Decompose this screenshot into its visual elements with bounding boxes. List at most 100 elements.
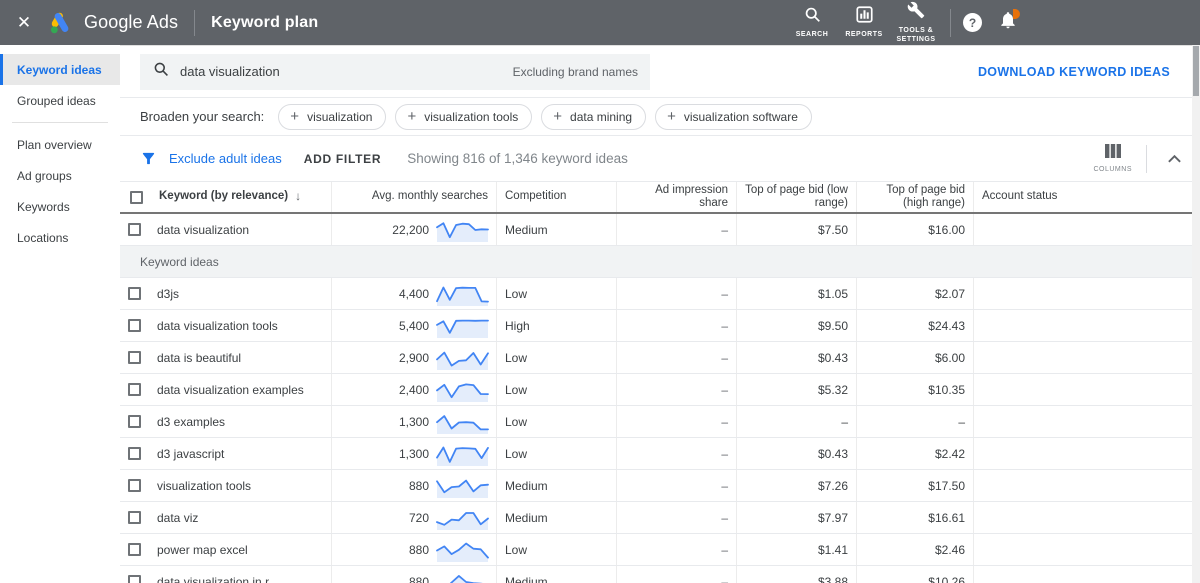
sort-descending-icon: ↓: [295, 190, 301, 204]
row-checkbox[interactable]: [128, 319, 141, 332]
brand-filter-note: Excluding brand names: [513, 65, 638, 79]
ad-impression-cell: –: [617, 502, 737, 533]
trend-sparkline: [436, 505, 489, 531]
searches-cell: 4,400: [332, 278, 497, 309]
keyword-cell-label: data visualization tools: [157, 319, 278, 333]
row-checkbox[interactable]: [128, 415, 141, 428]
showing-count-text: Showing 816 of 1,346 keyword ideas: [407, 151, 628, 166]
keyword-cell: data visualization in r: [120, 566, 332, 583]
table-row: power map excel 880 Low – $1.41 $2.46: [120, 534, 1200, 566]
search-icon: [153, 61, 169, 82]
select-all-checkbox[interactable]: [130, 191, 143, 204]
header-bid-high[interactable]: Top of page bid (high range): [857, 182, 974, 212]
sidebar-item-plan-overview[interactable]: Plan overview: [0, 129, 120, 160]
sidebar-item-ad-groups[interactable]: Ad groups: [0, 160, 120, 191]
bid-low-value: $0.43: [818, 351, 848, 365]
trend-sparkline: [436, 569, 489, 583]
bid-high-value: –: [958, 415, 965, 429]
ad-impression-cell: –: [617, 374, 737, 405]
row-checkbox[interactable]: [128, 543, 141, 556]
bid-low-cell: $7.26: [737, 470, 857, 501]
sidebar-item-keywords[interactable]: Keywords: [0, 191, 120, 222]
reports-nav-button[interactable]: REPORTS: [839, 6, 889, 40]
keyword-cell: visualization tools: [120, 470, 332, 501]
keyword-search-input[interactable]: data visualization Excluding brand names: [140, 54, 650, 90]
bid-low-cell: $9.50: [737, 310, 857, 341]
ad-impression-value: –: [721, 511, 728, 525]
table-row: visualization tools 880 Medium – $7.26 $…: [120, 470, 1200, 502]
row-checkbox[interactable]: [128, 223, 141, 236]
scrollbar-thumb[interactable]: [1193, 46, 1199, 96]
add-filter-button[interactable]: ADD FILTER: [304, 152, 381, 166]
google-ads-logo-icon[interactable]: [48, 10, 75, 35]
help-icon[interactable]: ?: [963, 13, 982, 32]
bid-high-value: $16.00: [928, 223, 965, 237]
chip-visualization-software[interactable]: + visualization software: [655, 104, 812, 130]
row-checkbox[interactable]: [128, 511, 141, 524]
keyword-cell-label: data visualization in r: [157, 575, 269, 583]
sidebar-item-locations[interactable]: Locations: [0, 222, 120, 253]
bid-low-cell: $7.97: [737, 502, 857, 533]
row-checkbox[interactable]: [128, 575, 141, 583]
table-row: data visualization 22,200 Medium – $7.50…: [120, 214, 1200, 246]
trend-sparkline: [436, 537, 489, 563]
keyword-cell: d3 examples: [120, 406, 332, 437]
competition-cell: Low: [497, 534, 617, 565]
searches-cell: 1,300: [332, 438, 497, 469]
chip-data-mining[interactable]: + data mining: [541, 104, 646, 130]
row-checkbox[interactable]: [128, 447, 141, 460]
chip-visualization-tools[interactable]: + visualization tools: [395, 104, 532, 130]
bid-low-cell: $1.05: [737, 278, 857, 309]
sidebar-item-grouped-ideas[interactable]: Grouped ideas: [0, 85, 120, 116]
plus-icon: +: [553, 109, 562, 124]
collapse-panel-button[interactable]: [1163, 150, 1186, 168]
account-status-cell: [974, 534, 1200, 565]
searches-cell: 880: [332, 534, 497, 565]
topbar-actions: SEARCH REPORTS TOOLS & SETTINGS ?: [786, 1, 1018, 45]
bid-high-value: $10.26: [928, 575, 965, 583]
chip-visualization[interactable]: + visualization: [278, 104, 386, 130]
download-keyword-ideas-link[interactable]: DOWNLOAD KEYWORD IDEAS: [978, 65, 1170, 79]
vertical-scrollbar[interactable]: [1192, 45, 1200, 583]
competition-cell: Low: [497, 342, 617, 373]
bid-high-value: $24.43: [928, 319, 965, 333]
tools-settings-nav-button[interactable]: TOOLS & SETTINGS: [891, 1, 941, 45]
row-checkbox[interactable]: [128, 287, 141, 300]
header-avg-monthly-searches[interactable]: Avg. monthly searches: [332, 182, 497, 212]
keyword-cell: data is beautiful: [120, 342, 332, 373]
search-nav-button[interactable]: SEARCH: [787, 6, 837, 40]
competition-value: Low: [505, 351, 527, 365]
header-ad-impression-share[interactable]: Ad impression share: [617, 182, 737, 212]
row-checkbox[interactable]: [128, 351, 141, 364]
bid-low-cell: $1.41: [737, 534, 857, 565]
columns-button[interactable]: COLUMNS: [1093, 144, 1132, 173]
wrench-icon: [907, 1, 925, 24]
header-competition[interactable]: Competition: [497, 182, 617, 212]
competition-cell: Low: [497, 374, 617, 405]
header-bid-low[interactable]: Top of page bid (low range): [737, 182, 857, 212]
competition-value: Low: [505, 447, 527, 461]
table-row: data viz 720 Medium – $7.97 $16.61: [120, 502, 1200, 534]
header-keyword[interactable]: Keyword (by relevance) ↓: [120, 182, 332, 212]
row-checkbox[interactable]: [128, 383, 141, 396]
plus-icon: +: [407, 109, 416, 124]
account-status-cell: [974, 310, 1200, 341]
competition-value: Low: [505, 383, 527, 397]
header-account-status[interactable]: Account status: [974, 182, 1200, 212]
trend-sparkline: [436, 345, 489, 371]
searches-value: 22,200: [392, 223, 429, 237]
competition-cell: Low: [497, 278, 617, 309]
competition-value: Medium: [505, 479, 548, 493]
row-checkbox[interactable]: [128, 479, 141, 492]
sidebar-item-keyword-ideas[interactable]: Keyword ideas: [0, 54, 120, 85]
reports-icon: [856, 6, 873, 28]
search-row: data visualization Excluding brand names…: [120, 46, 1200, 98]
account-status-cell: [974, 374, 1200, 405]
keyword-cell-label: power map excel: [157, 543, 248, 557]
bid-high-value: $2.42: [935, 447, 965, 461]
bid-high-cell: $16.00: [857, 214, 974, 245]
exclude-adult-ideas-filter[interactable]: Exclude adult ideas: [169, 151, 282, 166]
close-icon[interactable]: ✕: [0, 13, 48, 33]
search-icon: [804, 6, 821, 28]
notifications-bell-icon[interactable]: [998, 10, 1018, 35]
